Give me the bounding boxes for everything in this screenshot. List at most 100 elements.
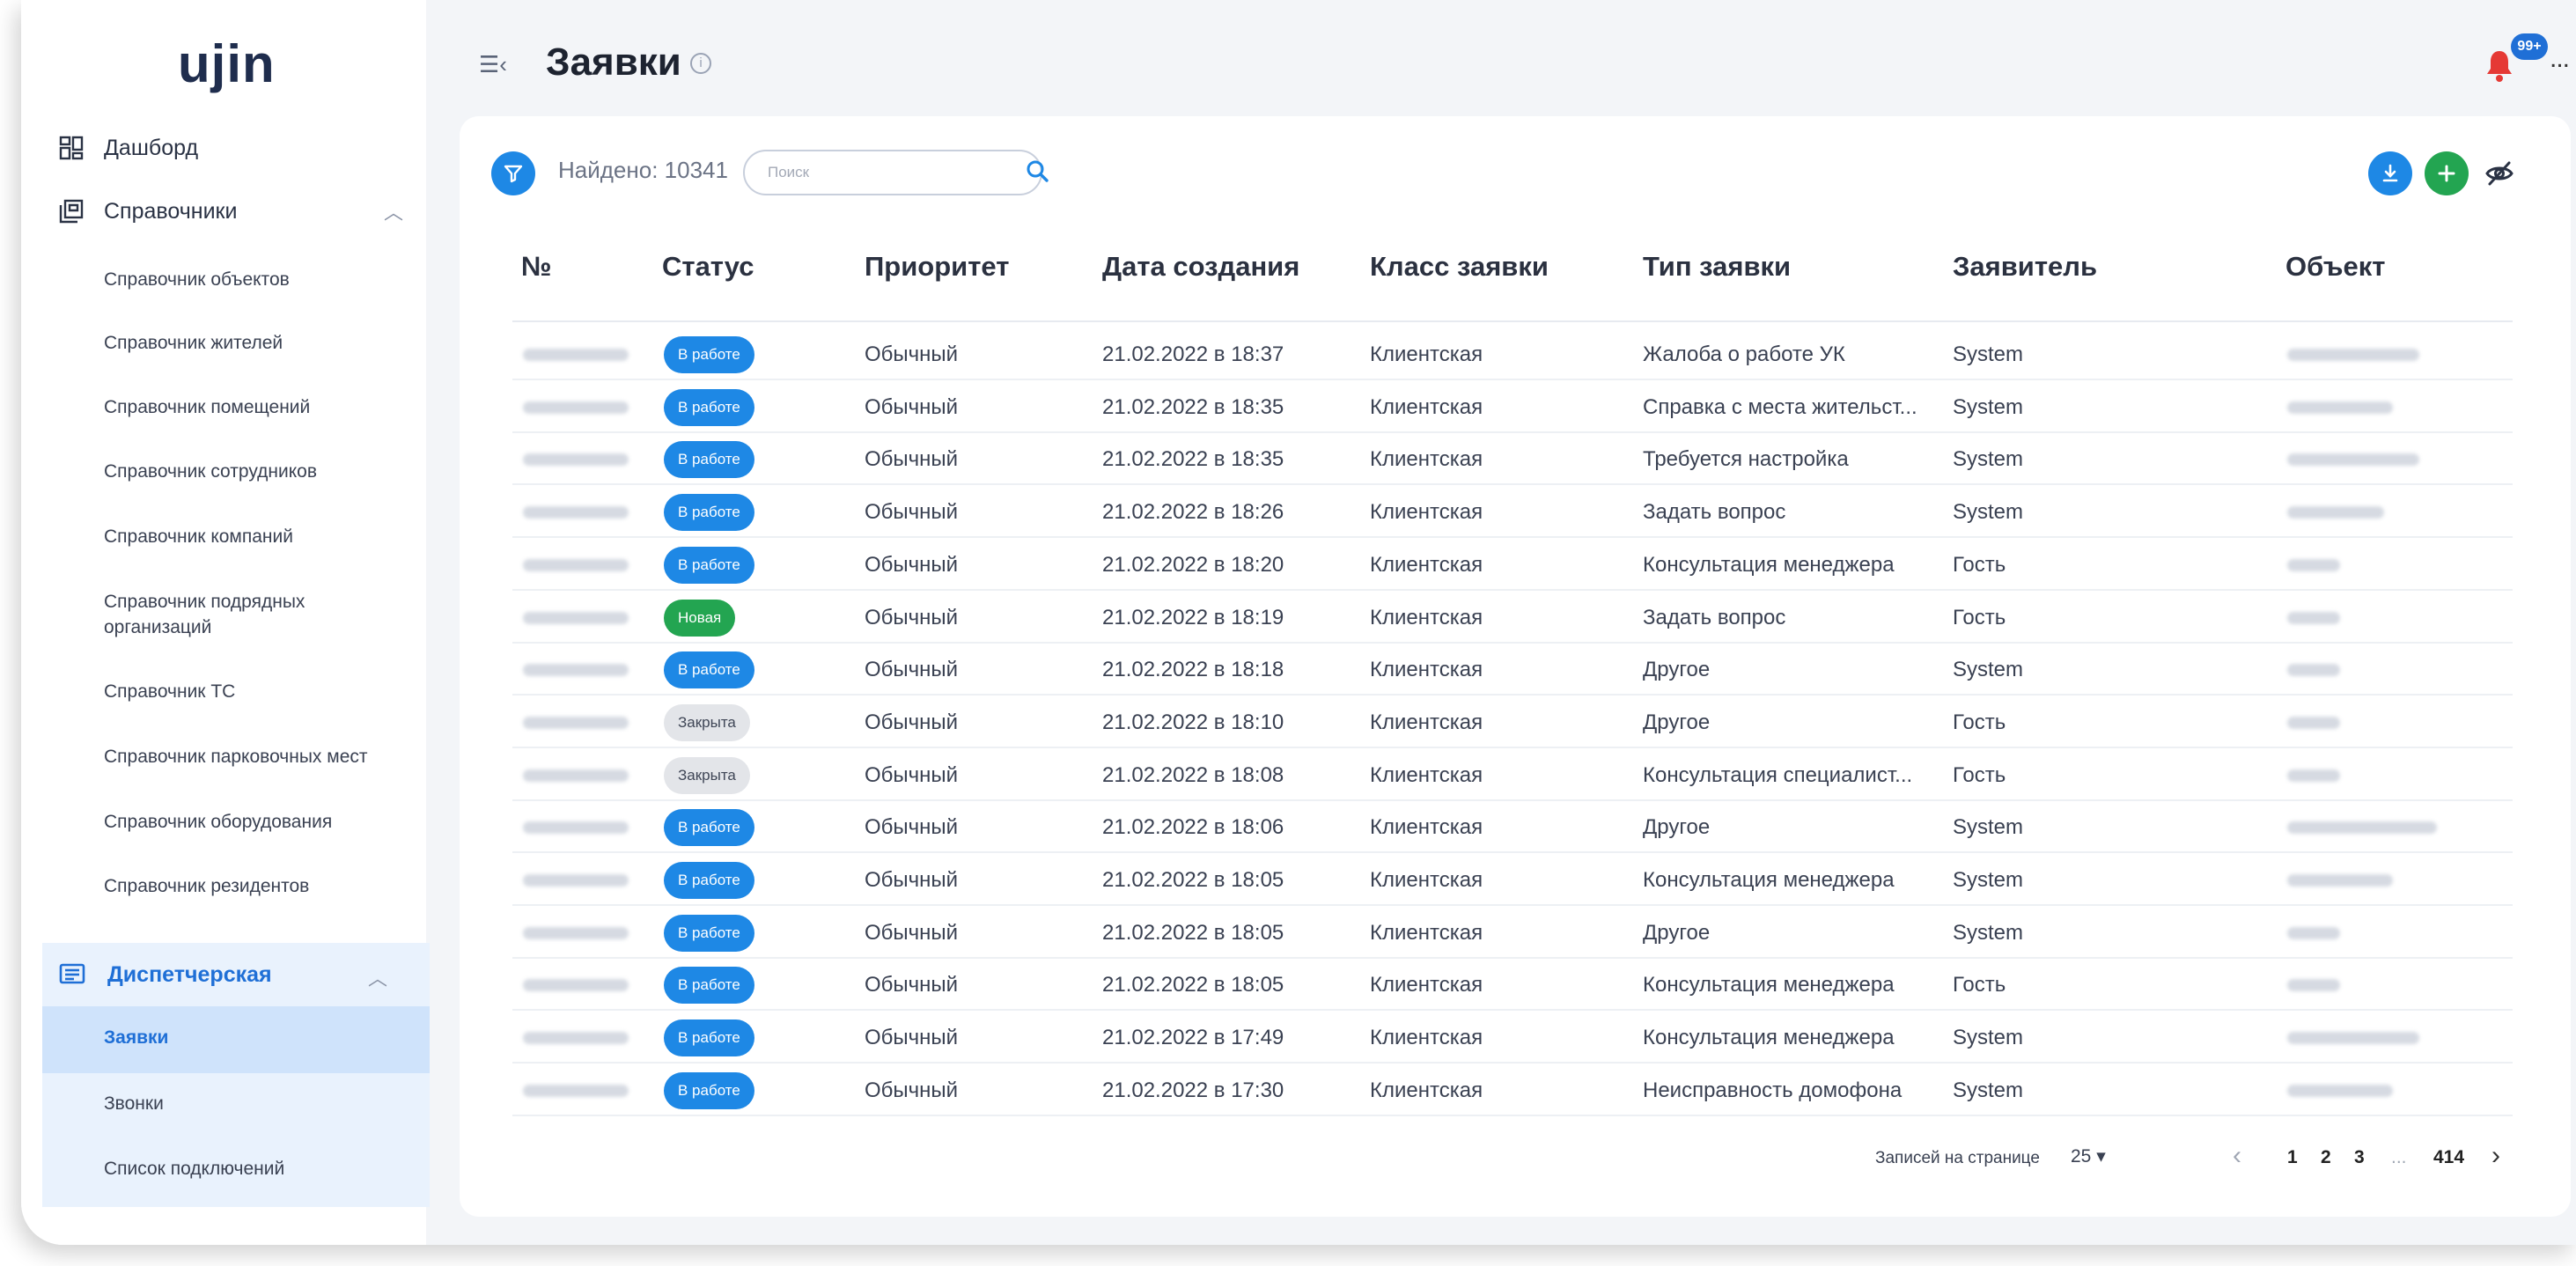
sidebar-item-dispatch[interactable]: Диспетчерская bbox=[58, 955, 272, 994]
object-redacted bbox=[2287, 506, 2384, 519]
page-link[interactable]: 414 bbox=[2433, 1147, 2464, 1168]
sidebar-subitem[interactable]: организаций bbox=[104, 614, 211, 642]
cell-applicant: System bbox=[1953, 920, 2024, 945]
cell-date: 21.02.2022 в 18:18 bbox=[1102, 658, 1284, 682]
cell-priority: Обычный bbox=[865, 605, 959, 629]
row-divider bbox=[512, 904, 2513, 906]
app-frame: ujin Дашборд Справочники ︿ Справочник об… bbox=[21, 0, 2576, 1245]
request-number-redacted bbox=[523, 1084, 629, 1097]
sidebar-subitem[interactable]: Справочник объектов bbox=[104, 266, 290, 294]
sidebar-subitem[interactable]: Справочник сотрудников bbox=[104, 458, 317, 486]
page-link[interactable]: 2 bbox=[2321, 1147, 2331, 1168]
sidebar-subitem[interactable]: Справочник компаний bbox=[104, 523, 293, 551]
search-input[interactable] bbox=[768, 164, 988, 181]
menu-collapse-icon[interactable]: ☰‹ bbox=[479, 51, 507, 78]
bell-icon[interactable] bbox=[2484, 48, 2514, 87]
cell-type: Жалоба о работе УК bbox=[1643, 342, 1845, 366]
column-header[interactable]: Тип заявки bbox=[1643, 251, 1791, 283]
cell-date: 21.02.2022 в 18:05 bbox=[1102, 973, 1284, 997]
column-header[interactable]: Дата создания bbox=[1102, 251, 1299, 283]
dashboard-icon bbox=[58, 135, 85, 161]
info-icon[interactable]: i bbox=[690, 53, 711, 74]
header-divider bbox=[512, 320, 2513, 322]
request-number-redacted bbox=[523, 664, 629, 677]
cell-date: 21.02.2022 в 17:30 bbox=[1102, 1078, 1284, 1102]
cell-priority: Обычный bbox=[865, 815, 959, 840]
object-redacted bbox=[2287, 401, 2393, 414]
chevron-up-icon[interactable]: ︿ bbox=[384, 197, 403, 225]
column-header[interactable]: Класс заявки bbox=[1370, 251, 1549, 283]
request-number-redacted bbox=[523, 1032, 629, 1045]
sidebar-item-directories[interactable]: Справочники ︿ bbox=[58, 192, 403, 231]
column-header[interactable]: Заявитель bbox=[1953, 251, 2097, 283]
status-badge: В работе bbox=[664, 388, 754, 426]
sidebar-subitem[interactable]: Справочник парковочных мест bbox=[104, 743, 368, 771]
status-badge: В работе bbox=[664, 967, 754, 1005]
status-badge: В работе bbox=[664, 336, 754, 373]
column-header[interactable]: Объект bbox=[2285, 251, 2385, 283]
row-divider bbox=[512, 694, 2513, 696]
cell-applicant: System bbox=[1953, 868, 2024, 892]
cell-date: 21.02.2022 в 18:08 bbox=[1102, 762, 1284, 787]
sidebar-subitem[interactable]: Справочник ТС bbox=[104, 678, 235, 706]
cell-date: 21.02.2022 в 18:37 bbox=[1102, 342, 1284, 366]
sidebar-item-dashboard[interactable]: Дашборд bbox=[58, 129, 198, 167]
sidebar-subitem[interactable]: Справочник жителей bbox=[104, 329, 283, 357]
request-number-redacted bbox=[523, 349, 629, 361]
column-header[interactable]: Статус bbox=[662, 251, 754, 283]
request-number-redacted bbox=[523, 874, 629, 887]
sidebar-subitem-active[interactable]: Заявки bbox=[104, 1024, 168, 1052]
column-header[interactable]: Приоритет bbox=[865, 251, 1009, 283]
cell-class: Клиентская bbox=[1370, 500, 1483, 525]
sidebar-subitem[interactable]: Справочник подрядных bbox=[104, 588, 305, 616]
cell-date: 21.02.2022 в 18:06 bbox=[1102, 815, 1284, 840]
sidebar-subitem[interactable]: Звонки bbox=[104, 1090, 164, 1118]
row-divider bbox=[512, 431, 2513, 433]
status-badge: Новая bbox=[664, 599, 736, 637]
object-redacted bbox=[2287, 769, 2340, 782]
page-link[interactable]: 3 bbox=[2354, 1147, 2365, 1168]
sidebar-subitem[interactable]: Справочник помещений bbox=[104, 394, 310, 422]
sidebar-subitem[interactable]: Справочник резидентов bbox=[104, 872, 309, 901]
sidebar-item-label: Справочники bbox=[104, 198, 238, 224]
status-badge: В работе bbox=[664, 914, 754, 952]
sidebar-subitem[interactable]: Список подключений bbox=[104, 1155, 284, 1183]
status-badge: В работе bbox=[664, 441, 754, 479]
next-page-icon[interactable]: › bbox=[2491, 1141, 2500, 1171]
download-button[interactable] bbox=[2368, 151, 2412, 195]
per-page-select[interactable]: 25 ▾ bbox=[2071, 1145, 2106, 1167]
search-icon[interactable] bbox=[1025, 158, 1049, 188]
cell-date: 21.02.2022 в 18:35 bbox=[1102, 394, 1284, 419]
search-field[interactable] bbox=[743, 150, 1042, 195]
eye-off-icon bbox=[2485, 161, 2513, 186]
cell-type: Консультация менеджера bbox=[1643, 868, 1895, 892]
cell-applicant: System bbox=[1953, 1078, 2024, 1102]
row-divider bbox=[512, 956, 2513, 959]
cell-type: Неисправность домофона bbox=[1643, 1078, 1903, 1102]
book-icon bbox=[58, 198, 85, 224]
cell-class: Клиентская bbox=[1370, 1078, 1483, 1102]
cell-class: Клиентская bbox=[1370, 762, 1483, 787]
object-redacted bbox=[2287, 453, 2419, 467]
page-link[interactable]: 1 bbox=[2287, 1147, 2298, 1168]
hide-columns-button[interactable] bbox=[2477, 151, 2521, 195]
object-redacted bbox=[2287, 558, 2340, 571]
cell-type: Другое bbox=[1643, 920, 1711, 945]
sidebar-subitem[interactable]: Справочник оборудования bbox=[104, 808, 332, 836]
cell-class: Клиентская bbox=[1370, 552, 1483, 577]
row-divider bbox=[512, 1009, 2513, 1012]
cell-applicant: System bbox=[1953, 815, 2024, 840]
chevron-up-icon[interactable]: ︿ bbox=[368, 963, 387, 991]
filter-button[interactable] bbox=[491, 151, 535, 195]
object-redacted bbox=[2287, 716, 2340, 729]
cell-date: 21.02.2022 в 18:19 bbox=[1102, 605, 1284, 629]
cell-date: 21.02.2022 в 18:05 bbox=[1102, 920, 1284, 945]
cell-class: Клиентская bbox=[1370, 815, 1483, 840]
more-menu-icon[interactable]: ... bbox=[2550, 44, 2570, 74]
prev-page-icon[interactable]: ‹ bbox=[2233, 1141, 2241, 1171]
cell-applicant: Гость bbox=[1953, 710, 2006, 734]
column-header[interactable]: № bbox=[521, 251, 552, 283]
cell-priority: Обычный bbox=[865, 1078, 959, 1102]
add-request-button[interactable] bbox=[2425, 151, 2469, 195]
cell-type: Другое bbox=[1643, 815, 1711, 840]
